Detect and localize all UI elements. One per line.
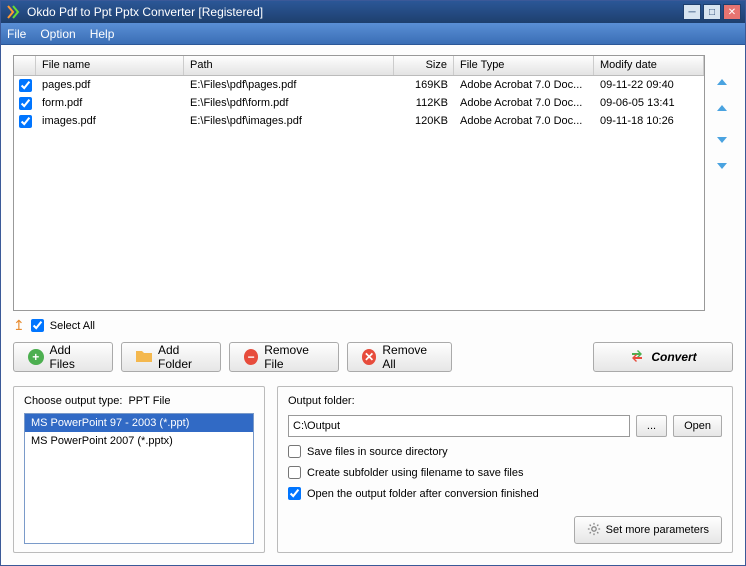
col-path-header[interactable]: Path [184,56,394,75]
output-type-list[interactable]: MS PowerPoint 97 - 2003 (*.ppt)MS PowerP… [24,413,254,544]
gear-icon [587,522,601,539]
output-type-current: PPT File [128,395,170,407]
select-all-checkbox[interactable] [31,319,44,332]
cell-type: Adobe Acrobat 7.0 Doc... [454,114,594,128]
cell-size: 169KB [394,78,454,92]
move-down-button[interactable] [713,129,731,147]
select-all-row: ↥ Select All [13,317,733,334]
content-area: File name Path Size File Type Modify dat… [1,45,745,565]
table-row[interactable]: images.pdfE:\Files\pdf\images.pdf120KBAd… [14,112,704,130]
cell-path: E:\Files\pdf\images.pdf [184,114,394,128]
save-source-row: Save files in source directory [288,445,722,458]
output-type-option[interactable]: MS PowerPoint 97 - 2003 (*.ppt) [25,414,253,432]
subfolder-row: Create subfolder using filename to save … [288,466,722,479]
output-folder-input[interactable] [288,415,630,437]
cell-date: 09-06-05 13:41 [594,96,704,110]
subfolder-checkbox[interactable] [288,466,301,479]
open-after-checkbox[interactable] [288,487,301,500]
remove-all-button[interactable]: ✕ Remove All [347,342,452,372]
table-row[interactable]: form.pdfE:\Files\pdf\form.pdf112KBAdobe … [14,94,704,112]
set-more-parameters-button[interactable]: Set more parameters [574,516,722,544]
subfolder-label: Create subfolder using filename to save … [307,467,523,479]
cell-size: 112KB [394,96,454,110]
main-window: Okdo Pdf to Ppt Pptx Converter [Register… [0,0,746,566]
row-checkbox[interactable] [19,97,32,110]
cell-name: images.pdf [36,114,184,128]
remove-file-button[interactable]: − Remove File [229,342,339,372]
move-bottom-button[interactable] [713,157,731,175]
col-name-header[interactable]: File name [36,56,184,75]
save-source-label: Save files in source directory [307,446,448,458]
output-type-panel: Choose output type: PPT File MS PowerPoi… [13,386,265,553]
col-type-header[interactable]: File Type [454,56,594,75]
cell-path: E:\Files\pdf\pages.pdf [184,78,394,92]
reorder-controls [711,55,733,311]
up-arrow-icon: ↥ [13,317,25,334]
move-top-button[interactable] [713,73,731,91]
col-size-header[interactable]: Size [394,56,454,75]
file-table: File name Path Size File Type Modify dat… [13,55,705,311]
table-row[interactable]: pages.pdfE:\Files\pdf\pages.pdf169KBAdob… [14,76,704,94]
convert-button[interactable]: Convert [593,342,733,372]
window-buttons: ─ □ ✕ [683,4,741,20]
row-checkbox[interactable] [19,115,32,128]
cell-date: 09-11-18 10:26 [594,114,704,128]
minus-icon: − [244,349,258,365]
convert-icon [629,348,645,367]
output-type-label: Choose output type: [24,395,122,407]
menu-help[interactable]: Help [90,27,115,41]
output-type-label-row: Choose output type: PPT File [24,395,254,407]
cell-name: pages.pdf [36,78,184,92]
open-folder-button[interactable]: Open [673,415,722,437]
col-date-header[interactable]: Modify date [594,56,704,75]
close-button[interactable]: ✕ [723,4,741,20]
cell-type: Adobe Acrobat 7.0 Doc... [454,96,594,110]
bottom-panels: Choose output type: PPT File MS PowerPoi… [13,386,733,553]
save-source-checkbox[interactable] [288,445,301,458]
titlebar: Okdo Pdf to Ppt Pptx Converter [Register… [1,1,745,23]
open-after-row: Open the output folder after conversion … [288,487,722,500]
folder-icon [136,349,152,366]
file-area: File name Path Size File Type Modify dat… [13,55,733,311]
cell-date: 09-11-22 09:40 [594,78,704,92]
output-type-option[interactable]: MS PowerPoint 2007 (*.pptx) [25,432,253,450]
open-after-label: Open the output folder after conversion … [307,488,539,500]
menubar: File Option Help [1,23,745,45]
select-all-label: Select All [50,320,95,332]
table-body: pages.pdfE:\Files\pdf\pages.pdf169KBAdob… [14,76,704,130]
browse-button[interactable]: ... [636,415,667,437]
output-folder-row: ... Open [288,415,722,437]
cell-type: Adobe Acrobat 7.0 Doc... [454,78,594,92]
action-buttons: + Add Files Add Folder − Remove File ✕ R… [13,342,733,372]
maximize-button[interactable]: □ [703,4,721,20]
menu-file[interactable]: File [7,27,26,41]
row-checkbox[interactable] [19,79,32,92]
app-icon [5,4,21,20]
cell-size: 120KB [394,114,454,128]
add-folder-button[interactable]: Add Folder [121,342,221,372]
menu-option[interactable]: Option [40,27,75,41]
col-check-header[interactable] [14,56,36,75]
add-files-button[interactable]: + Add Files [13,342,113,372]
plus-icon: + [28,349,44,365]
table-header: File name Path Size File Type Modify dat… [14,56,704,76]
output-folder-label: Output folder: [288,395,722,407]
output-folder-panel: Output folder: ... Open Save files in so… [277,386,733,553]
window-title: Okdo Pdf to Ppt Pptx Converter [Register… [27,5,683,19]
x-icon: ✕ [362,349,376,365]
cell-name: form.pdf [36,96,184,110]
cell-path: E:\Files\pdf\form.pdf [184,96,394,110]
minimize-button[interactable]: ─ [683,4,701,20]
move-up-button[interactable] [713,101,731,119]
